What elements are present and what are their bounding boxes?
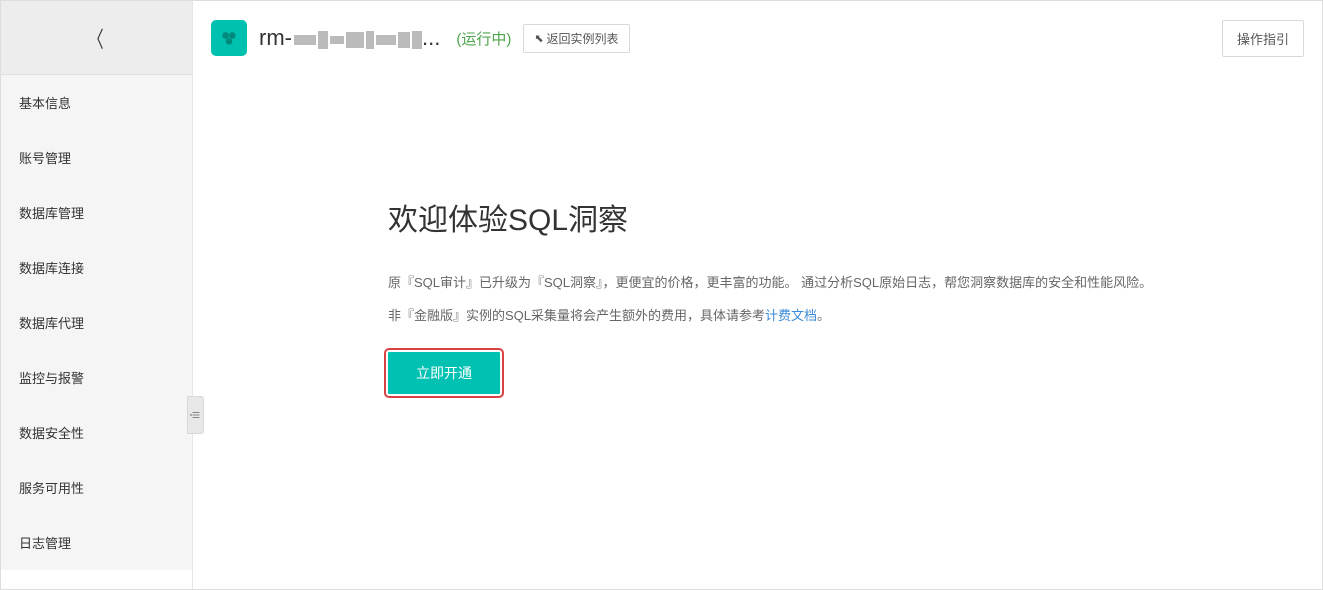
instance-icon bbox=[211, 20, 247, 56]
return-arrow-icon: ⬉ bbox=[534, 32, 543, 45]
sidebar-item-7[interactable]: 服务可用性 bbox=[1, 460, 192, 515]
collapse-icon bbox=[190, 409, 202, 421]
operation-guide-button[interactable]: 操作指引 bbox=[1222, 20, 1304, 57]
back-arrow-icon: 〈 bbox=[89, 22, 104, 54]
sidebar-item-4[interactable]: 数据库代理 bbox=[1, 295, 192, 350]
sidebar-back-header[interactable]: 〈 bbox=[1, 1, 192, 75]
sidebar-collapse-toggle[interactable] bbox=[187, 396, 204, 434]
page-header: rm-... (运行中) ⬉ 返回实例列表 操作指引 bbox=[193, 1, 1322, 75]
instance-suffix: ... bbox=[422, 25, 440, 50]
content-area: 欢迎体验SQL洞察 原『SQL审计』已升级为『SQL洞察』，更便宜的价格，更丰富… bbox=[193, 75, 1322, 589]
sidebar-item-9[interactable]: SQL 洞察 bbox=[1, 570, 192, 589]
welcome-title: 欢迎体验SQL洞察 bbox=[388, 195, 1322, 239]
back-to-instances-button[interactable]: ⬉ 返回实例列表 bbox=[523, 24, 629, 53]
desc2-pre: 非『金融版』实例的SQL采集量将会产生额外的费用，具体请参考 bbox=[388, 308, 765, 323]
sidebar-item-3[interactable]: 数据库连接 bbox=[1, 240, 192, 295]
sidebar-item-2[interactable]: 数据库管理 bbox=[1, 185, 192, 240]
billing-doc-link[interactable]: 计费文档 bbox=[765, 308, 817, 323]
desc2-post: 。 bbox=[817, 308, 830, 323]
main-area: rm-... (运行中) ⬉ 返回实例列表 操作指引 欢迎体验SQL洞察 原『S… bbox=[193, 1, 1322, 589]
sidebar-item-8[interactable]: 日志管理 bbox=[1, 515, 192, 570]
sidebar-nav: 基本信息账号管理数据库管理数据库连接数据库代理监控与报警数据安全性服务可用性日志… bbox=[1, 75, 192, 589]
sidebar-item-0[interactable]: 基本信息 bbox=[1, 75, 192, 130]
sidebar-item-1[interactable]: 账号管理 bbox=[1, 130, 192, 185]
sidebar: 〈 基本信息账号管理数据库管理数据库连接数据库代理监控与报警数据安全性服务可用性… bbox=[1, 1, 193, 589]
instance-name: rm-... bbox=[259, 25, 440, 51]
instance-id-obscured bbox=[294, 31, 422, 49]
sidebar-item-6[interactable]: 数据安全性 bbox=[1, 405, 192, 460]
instance-status: (运行中) bbox=[456, 28, 511, 49]
sidebar-item-5[interactable]: 监控与报警 bbox=[1, 350, 192, 405]
activate-now-button[interactable]: 立即开通 bbox=[388, 352, 500, 394]
description-line-1: 原『SQL审计』已升级为『SQL洞察』，更便宜的价格，更丰富的功能。 通过分析S… bbox=[388, 271, 1322, 294]
description-line-2: 非『金融版』实例的SQL采集量将会产生额外的费用，具体请参考计费文档。 bbox=[388, 304, 1322, 327]
back-to-instances-label: 返回实例列表 bbox=[547, 30, 619, 47]
instance-prefix: rm- bbox=[259, 25, 292, 50]
